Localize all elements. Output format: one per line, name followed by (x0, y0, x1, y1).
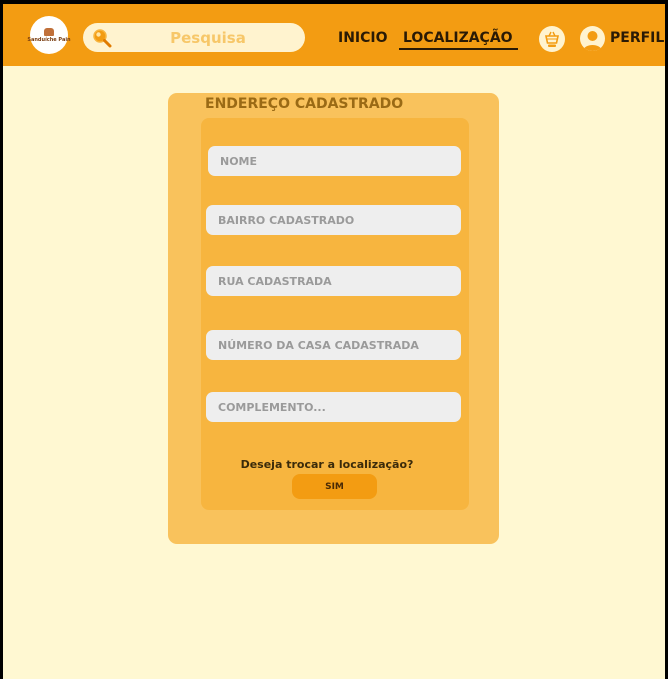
search-bar[interactable] (83, 23, 305, 52)
address-card: ENDEREÇO CADASTRADO Deseja trocar a loca… (168, 93, 499, 544)
nav-localizacao[interactable]: LOCALIZAÇÃO (403, 30, 513, 46)
user-icon (583, 31, 602, 51)
brand-logo-text: Sanduíche Pain (27, 36, 71, 43)
profile-avatar[interactable] (580, 26, 605, 51)
search-icon[interactable] (92, 28, 112, 48)
sandwich-icon (44, 27, 54, 36)
nav-inicio[interactable]: INICIO (338, 30, 388, 46)
search-input[interactable] (123, 23, 293, 52)
street-field[interactable] (206, 266, 461, 296)
nav-active-underline (399, 48, 518, 50)
brand-logo[interactable]: Sanduíche Pain (27, 16, 71, 54)
header-bar: Sanduíche Pain INICIO LOCALIZAÇÃO (3, 4, 665, 66)
name-field[interactable] (208, 146, 461, 176)
nav-perfil[interactable]: PERFIL (610, 30, 664, 46)
basket-icon (545, 31, 559, 47)
change-location-question: Deseja trocar a localização? (240, 458, 414, 471)
address-form: Deseja trocar a localização? SIM (201, 118, 469, 510)
neighborhood-field[interactable] (206, 205, 461, 235)
complement-field[interactable] (206, 392, 461, 422)
page: Sanduíche Pain INICIO LOCALIZAÇÃO (3, 4, 665, 679)
house-number-field[interactable] (206, 330, 461, 360)
confirm-change-button[interactable]: SIM (292, 474, 377, 499)
card-title: ENDEREÇO CADASTRADO (205, 96, 404, 112)
cart-icon[interactable] (539, 26, 565, 52)
